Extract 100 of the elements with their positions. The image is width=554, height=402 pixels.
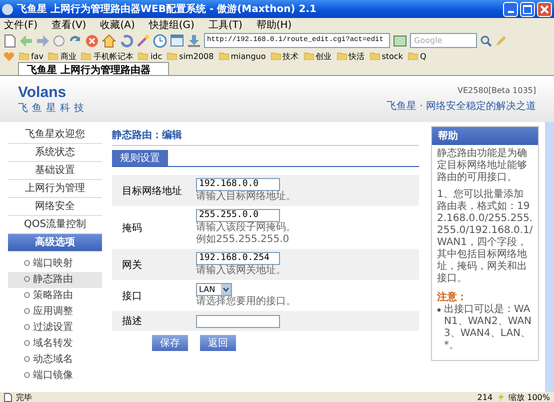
nav-item[interactable]: 系统状态: [8, 144, 102, 162]
circle-icon[interactable]: [53, 34, 65, 46]
text-field[interactable]: [196, 314, 280, 328]
close-button[interactable]: [537, 2, 552, 16]
minimize-button[interactable]: [503, 2, 518, 16]
home-icon[interactable]: [102, 34, 116, 48]
text-field[interactable]: 192.168.0.254: [196, 252, 280, 265]
bookmark-folder[interactable]: 商业: [48, 50, 76, 62]
nav-item[interactable]: 飞鱼星欢迎您: [8, 126, 102, 144]
folder-icon: [304, 52, 314, 60]
browser-tab[interactable]: 飞鱼星 上网行为管理路由器: [18, 62, 170, 75]
subnav-item[interactable]: 动态域名: [8, 352, 102, 368]
folder-icon: [138, 52, 148, 60]
folder-icon: [270, 52, 281, 60]
subnav-item[interactable]: 静态路由: [8, 272, 102, 288]
folder-icon: [81, 52, 92, 60]
window-icon[interactable]: [170, 34, 184, 47]
subnav-item[interactable]: 端口映射: [8, 256, 102, 272]
field-hint: 请输入该段子网掩码。: [196, 222, 296, 234]
nav-item[interactable]: 网络安全: [8, 198, 102, 216]
menu-item[interactable]: 收藏(A): [100, 18, 135, 32]
menu-item[interactable]: 文件(F): [4, 18, 38, 32]
subnav-item[interactable]: 端口镜像: [8, 368, 102, 384]
version-text: VE2580[Beta 1035]: [458, 86, 536, 94]
folder-icon: [218, 52, 229, 60]
menu-item[interactable]: 快捷组(G): [148, 18, 194, 32]
bookmark-folder[interactable]: 快活: [336, 50, 365, 62]
field-label: 掩码: [121, 222, 143, 234]
bookmark-folder[interactable]: idc: [138, 52, 162, 60]
field-label: 网关: [121, 258, 143, 272]
new-page-icon[interactable]: [4, 34, 16, 48]
bookmark-folder[interactable]: 创业: [304, 50, 332, 62]
circle-bullet-icon: [24, 372, 30, 378]
folder-icon: [408, 52, 418, 60]
x-icon: [540, 4, 549, 14]
field-hint: 请输入该网关地址。: [196, 265, 286, 277]
menu-item[interactable]: 查看(V): [52, 18, 86, 32]
status-count: 214: [477, 392, 493, 402]
circle-bullet-icon: [24, 340, 30, 346]
subnav-item[interactable]: 应用调整: [8, 304, 102, 320]
circle-bullet-icon: [24, 324, 30, 330]
folder-icon: [19, 52, 29, 60]
folder-icon: [48, 52, 58, 60]
field-label: 目标网络地址: [121, 184, 183, 198]
logo-text: Volans: [18, 84, 68, 100]
bookmark-folder[interactable]: 手机帐记本: [81, 50, 134, 62]
settings-tab[interactable]: 规则设置: [112, 150, 168, 166]
nav-item[interactable]: 高级选项: [8, 234, 102, 252]
help-paragraph: 1、您可以批量添加路由表，格式如：192.168.0.0/255.255.255.0/192.168.0.1/WAN1，四个字段，其中包括目标网络地址，掩码，网关和出接口。: [437, 189, 533, 285]
menu-item[interactable]: 工具(T): [208, 18, 242, 32]
field-hint: 请选择您要用的接口。: [196, 296, 296, 308]
subnav-item[interactable]: 策略路由: [8, 288, 102, 304]
field-label: 描述: [121, 314, 143, 328]
go-icon[interactable]: [393, 34, 407, 46]
app-icon: [2, 4, 13, 14]
magic-wand-icon[interactable]: [136, 34, 150, 48]
text-field[interactable]: 255.255.0.0: [196, 209, 280, 222]
circle-bullet-icon: [24, 260, 30, 266]
help-paragraph: 静态路由功能是为确定目标网络地址能够路由的可用接口。: [437, 148, 528, 184]
nav-item[interactable]: 基础设置: [8, 162, 102, 180]
search-icon[interactable]: [480, 34, 492, 46]
slogan-text: 飞鱼星 · 网络安全稳定的解决之道: [386, 100, 536, 112]
circle-bullet-icon: [24, 292, 30, 298]
undo-icon[interactable]: [119, 34, 133, 48]
text-field[interactable]: 192.168.0.0: [196, 178, 280, 191]
bookmark-folder[interactable]: mianguo: [218, 52, 266, 60]
bookmark-folder[interactable]: Q: [408, 52, 426, 60]
folder-icon: [370, 52, 380, 60]
stop-icon[interactable]: [85, 34, 99, 48]
subnav-item[interactable]: 过滤设置: [8, 320, 102, 336]
zoom-level[interactable]: 缩放 100%: [508, 392, 550, 402]
field-hint: 请输入目标网络地址。: [196, 191, 296, 203]
scrollbar[interactable]: [545, 122, 554, 392]
status-text: 完毕: [16, 392, 32, 402]
download-icon[interactable]: [187, 34, 201, 48]
field-label: 接口: [121, 290, 143, 302]
circle-bullet-icon: [24, 356, 30, 362]
bookmark-folder[interactable]: sim2008: [167, 52, 214, 60]
clock-icon[interactable]: [153, 34, 167, 48]
company-name: 飞鱼星科技: [18, 102, 88, 114]
bookmark-folder[interactable]: stock: [370, 52, 403, 60]
form-title: 静态路由：编辑: [112, 128, 419, 146]
bullet-icon: [437, 308, 441, 312]
bookmark-folder[interactable]: fav: [19, 52, 44, 60]
maximize-button[interactable]: [520, 2, 535, 16]
subnav-item[interactable]: 域名转发: [8, 336, 102, 352]
help-title: 帮助: [432, 127, 538, 145]
nav-item[interactable]: 上网行为管理: [8, 180, 102, 198]
window-title: 飞鱼星 上网行为管理路由器WEB配置系统 - 傲游(Maxthon) 2.1: [17, 2, 318, 16]
note-text: 出接口可以是：WAN1、WAN2、WAN3、WAN4、LAN、*。: [444, 304, 533, 352]
folder-icon: [336, 52, 347, 60]
circle-bullet-icon: [24, 276, 30, 282]
menu-item[interactable]: 帮助(H): [256, 18, 292, 32]
note-title: 注意：: [437, 292, 467, 303]
circle-bullet-icon: [24, 308, 30, 314]
forward-arrow-icon[interactable]: [36, 34, 50, 48]
heart-icon[interactable]: [4, 52, 14, 60]
bookmark-folder[interactable]: 技术: [270, 50, 299, 62]
folder-icon: [167, 52, 178, 60]
interface-dropdown[interactable]: LAN: [196, 283, 232, 296]
